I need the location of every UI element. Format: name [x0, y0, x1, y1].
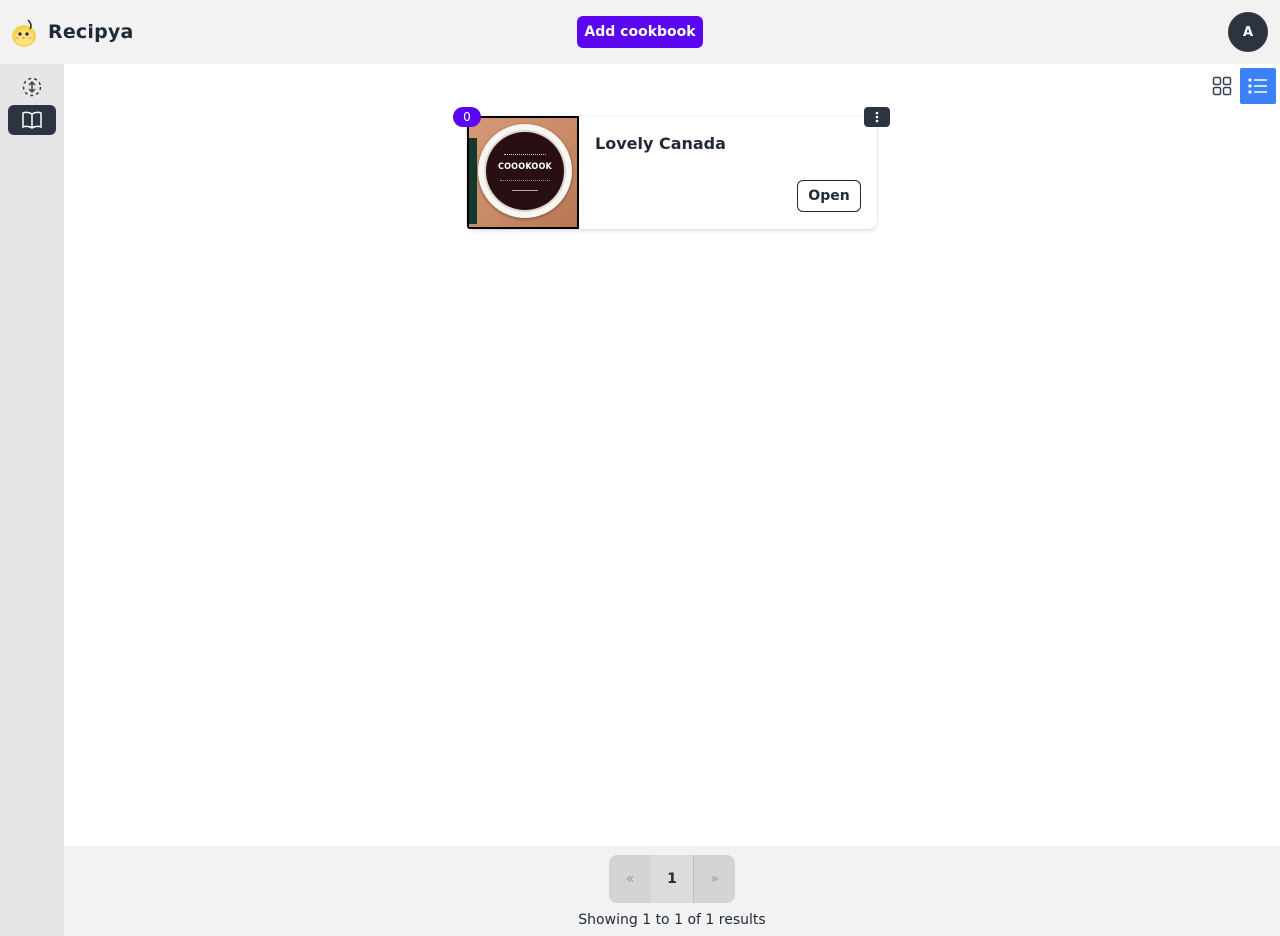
- cookbook-title: Lovely Canada: [595, 134, 726, 153]
- sidebar-item-cookbooks[interactable]: [8, 105, 56, 135]
- view-toggle: [1204, 68, 1276, 104]
- user-avatar[interactable]: A: [1228, 12, 1268, 52]
- results-summary: Showing 1 to 1 of 1 results: [0, 912, 1280, 928]
- grid-view-button[interactable]: [1204, 68, 1240, 104]
- main-content: COOOKOOK Lovely Canada Open: [64, 64, 1280, 846]
- cookbook-card[interactable]: COOOKOOK Lovely Canada Open: [467, 116, 877, 229]
- add-cookbook-button[interactable]: Add cookbook: [577, 16, 703, 48]
- kebab-menu-icon: [875, 111, 879, 123]
- results-of-word: of: [687, 912, 701, 928]
- results-suffix: results: [718, 912, 766, 928]
- open-cookbook-button[interactable]: Open: [797, 180, 861, 212]
- results-total: 1: [705, 912, 715, 928]
- prev-page-button[interactable]: «: [609, 855, 651, 903]
- results-from: 1: [642, 912, 652, 928]
- app-name: Recipya: [48, 21, 134, 43]
- open-book-icon: [22, 111, 42, 129]
- pagination: « 1 »: [609, 855, 735, 903]
- brand[interactable]: Recipya: [10, 14, 134, 50]
- recipe-count-badge: 0: [453, 107, 481, 127]
- cookbook-cover-image: COOOKOOK: [467, 116, 579, 229]
- results-to-word: to: [655, 912, 670, 928]
- sidebar-item-recipes[interactable]: [8, 72, 56, 102]
- cookbook-menu-button[interactable]: [864, 107, 890, 127]
- recipe-nav-icon: [22, 77, 42, 97]
- sidebar: [0, 64, 64, 936]
- app-header: Recipya Add cookbook A: [0, 0, 1280, 64]
- cover-text: COOOKOOK: [497, 162, 553, 172]
- next-page-button[interactable]: »: [693, 855, 735, 903]
- grid-icon: [1212, 76, 1232, 96]
- current-page-button[interactable]: 1: [651, 855, 693, 903]
- results-to: 1: [674, 912, 683, 928]
- list-icon: [1248, 78, 1267, 94]
- list-view-button[interactable]: [1240, 68, 1276, 104]
- recipya-chick-logo-icon: [12, 19, 36, 47]
- results-prefix: Showing: [578, 912, 638, 928]
